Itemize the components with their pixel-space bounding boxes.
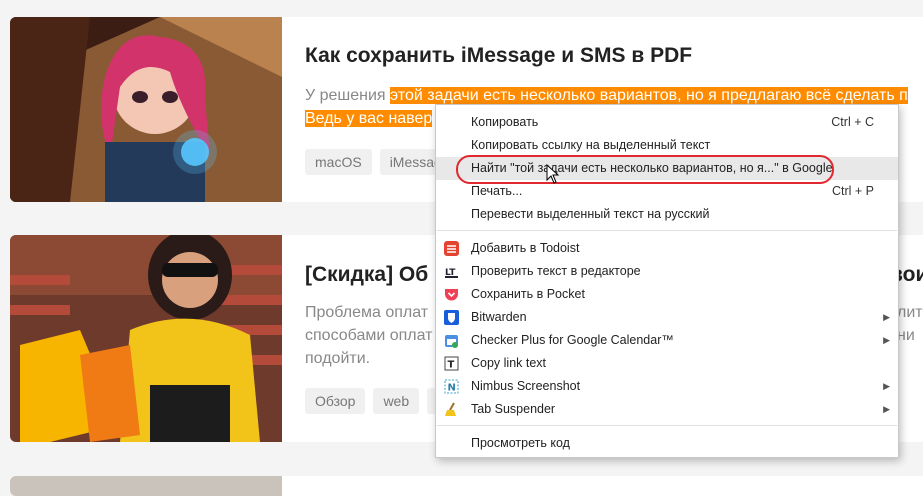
selected-text: Ведь у вас навер bbox=[305, 110, 433, 127]
languagetool-icon: LT bbox=[445, 268, 458, 278]
menu-item-checker-plus[interactable]: Checker Plus for Google Calendar™ ▶ bbox=[436, 329, 898, 352]
nimbus-icon: N bbox=[444, 379, 459, 394]
tag-macos[interactable]: macOS bbox=[305, 149, 372, 175]
menu-item-nimbus[interactable]: N Nimbus Screenshot ▶ bbox=[436, 375, 898, 398]
annotation-highlight-oval bbox=[456, 155, 834, 184]
pocket-icon bbox=[445, 289, 458, 301]
menu-item-copy-link-text[interactable]: T Copy link text bbox=[436, 352, 898, 375]
svg-text:T: T bbox=[448, 360, 455, 371]
mouse-cursor-icon bbox=[546, 164, 560, 184]
menu-item-inspect[interactable]: Просмотреть код bbox=[436, 432, 898, 455]
menu-item-languagetool[interactable]: LT Проверить текст в редакторе bbox=[436, 260, 898, 283]
broom-icon bbox=[445, 402, 456, 416]
post-thumbnail-shopping-girl[interactable] bbox=[10, 235, 282, 442]
menu-item-todoist[interactable]: Добавить в Todoist bbox=[436, 237, 898, 260]
svg-text:N: N bbox=[448, 383, 456, 394]
tag-review[interactable]: Обзор bbox=[305, 388, 366, 414]
menu-separator bbox=[437, 425, 897, 426]
selected-text: этой задачи есть несколько вариантов, но… bbox=[390, 87, 908, 104]
menu-item-translate[interactable]: Перевести выделенный текст на русский bbox=[436, 203, 898, 226]
post-thumbnail[interactable] bbox=[10, 476, 282, 496]
bitwarden-icon bbox=[444, 310, 459, 325]
submenu-arrow-icon: ▶ bbox=[883, 381, 890, 391]
post-title[interactable]: [Скидка] Обвои bbox=[305, 263, 923, 287]
calendar-icon bbox=[445, 335, 458, 348]
submenu-arrow-icon: ▶ bbox=[883, 312, 890, 322]
submenu-arrow-icon: ▶ bbox=[883, 404, 890, 414]
copy-link-icon: T bbox=[444, 356, 459, 371]
menu-item-pocket[interactable]: Сохранить в Pocket bbox=[436, 283, 898, 306]
menu-item-copy[interactable]: Копировать Ctrl + C bbox=[436, 111, 898, 134]
post-thumbnail-anime-girl[interactable] bbox=[10, 17, 282, 202]
todoist-icon bbox=[444, 241, 459, 256]
submenu-arrow-icon: ▶ bbox=[883, 335, 890, 345]
menu-separator bbox=[437, 230, 897, 231]
menu-item-tab-suspender[interactable]: Tab Suspender ▶ bbox=[436, 398, 898, 421]
menu-item-bitwarden[interactable]: Bitwarden ▶ bbox=[436, 306, 898, 329]
post-title[interactable]: Как сохранить iMessage и SMS в PDF bbox=[305, 44, 692, 68]
post-card[interactable] bbox=[10, 476, 923, 496]
menu-item-copy-link-to-highlight[interactable]: Копировать ссылку на выделенный текст bbox=[436, 134, 898, 157]
tag-web[interactable]: web bbox=[373, 388, 420, 414]
